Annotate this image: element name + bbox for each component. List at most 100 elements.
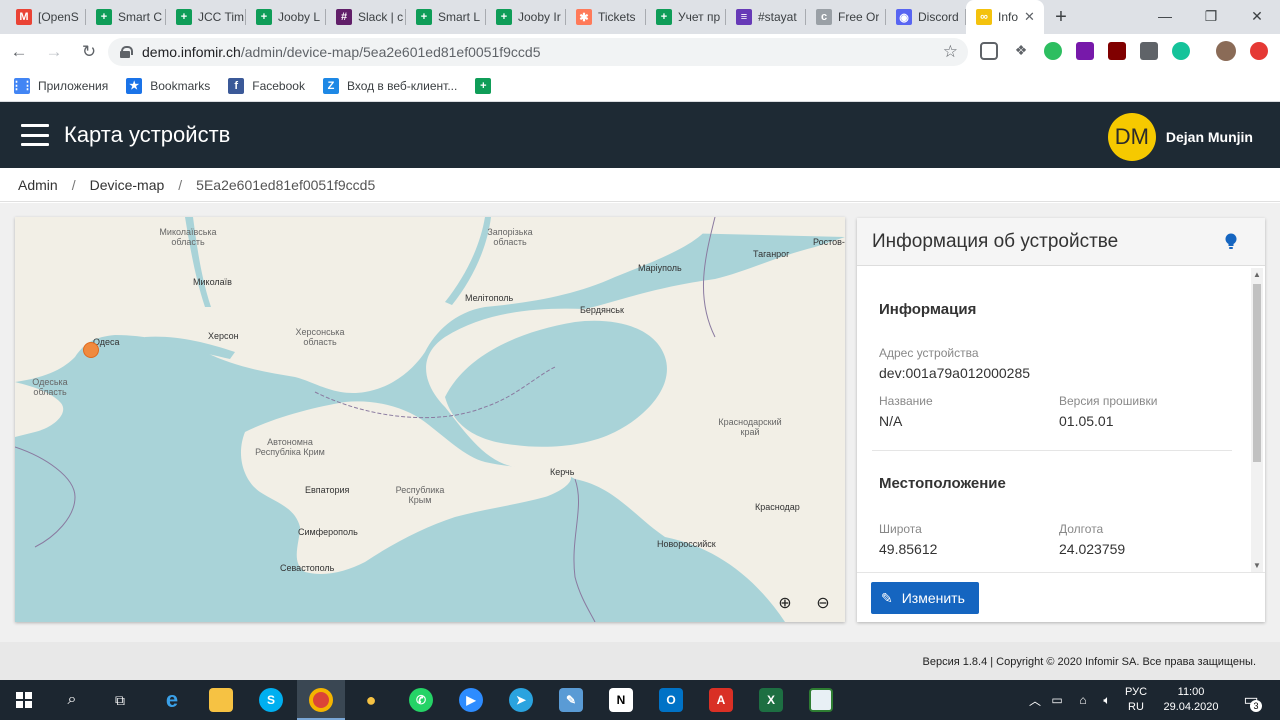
ublock-icon[interactable] — [1108, 42, 1126, 60]
minimize-button[interactable]: — — [1142, 0, 1188, 32]
tab-item[interactable]: # Slack | c — [326, 0, 406, 34]
tray-overflow-icon[interactable]: ︿ — [1024, 680, 1046, 720]
taskbar-whatsapp[interactable]: ✆ — [397, 680, 445, 720]
scroll-thumb[interactable] — [1253, 284, 1261, 462]
close-window-button[interactable]: ✕ — [1234, 0, 1280, 32]
bookmark-item[interactable]: f Facebook — [228, 77, 305, 94]
taskbar-telegram[interactable]: ➤ — [497, 680, 545, 720]
evernote-icon[interactable] — [1044, 42, 1062, 60]
clock-time: 11:00 — [1177, 686, 1205, 698]
tab-item[interactable]: + Smart L — [406, 0, 486, 34]
start-button[interactable] — [0, 680, 48, 720]
folder-icon — [209, 688, 233, 712]
edit-button[interactable]: ✎ Изменить — [871, 582, 979, 614]
panel-scrollbar[interactable]: ▲ ▼ — [1251, 268, 1263, 572]
skype-icon: S — [259, 688, 283, 712]
lightbulb-icon[interactable] — [1225, 233, 1237, 250]
tab-item[interactable]: ◉ Discord — [886, 0, 966, 34]
profile-avatar[interactable] — [1216, 41, 1236, 61]
user-name[interactable]: Dejan Munjin — [1166, 129, 1253, 145]
taskbar-explorer[interactable] — [197, 680, 245, 720]
divider — [872, 450, 1232, 451]
tab-item[interactable]: + Jooby Ir — [486, 0, 566, 34]
clock[interactable]: 11:00 29.04.2020 — [1158, 680, 1224, 720]
address-bar[interactable]: demo.infomir.ch/admin/device-map/5ea2e60… — [108, 38, 968, 66]
tab-item[interactable]: ✱ Tickets — [566, 0, 646, 34]
bookmark-item[interactable]: Z Вход в веб-клиент... — [322, 77, 457, 94]
user-menu[interactable]: DM Dejan Munjin — [1107, 113, 1253, 161]
firmware-label: Версия прошивки — [1059, 394, 1158, 408]
taskbar-chrome[interactable] — [297, 680, 345, 720]
forward-button[interactable]: → — [38, 36, 70, 68]
bookmark-item[interactable]: ★ Bookmarks — [126, 77, 211, 94]
language-indicator[interactable]: РУС RU — [1120, 680, 1152, 720]
tab-item[interactable]: M [OpenS — [6, 0, 86, 34]
tab-title: Smart L — [438, 10, 481, 24]
tab-title: Jooby Ir — [518, 10, 561, 24]
taskbar-tips[interactable]: ● — [347, 680, 395, 720]
device-marker[interactable] — [83, 342, 99, 358]
taskbar-app[interactable] — [797, 680, 845, 720]
page-icon: c — [816, 9, 832, 25]
notifications-button[interactable]: ▭ 3 — [1234, 680, 1268, 720]
tab-item[interactable]: + Учет пр — [646, 0, 726, 34]
extension-icon[interactable] — [1140, 42, 1158, 60]
taskbar-zoom[interactable]: ▶ — [447, 680, 495, 720]
taskbar-skype[interactable]: S — [247, 680, 295, 720]
reload-button[interactable]: ↻ — [73, 36, 105, 68]
close-tab-icon[interactable]: ✕ — [1024, 9, 1035, 25]
gmail-icon: M — [16, 9, 32, 25]
bookmark-item[interactable]: + — [475, 77, 499, 94]
network-icon[interactable]: ⌂ — [1072, 680, 1094, 720]
battery-icon[interactable]: ▭ — [1046, 680, 1068, 720]
onenote-icon[interactable] — [1076, 42, 1094, 60]
avatar[interactable]: DM — [1107, 113, 1156, 161]
tab-item[interactable]: ≡ #stayat — [726, 0, 806, 34]
longitude-value: 24.023759 — [1059, 541, 1126, 557]
taskbar-paint[interactable]: ✎ — [547, 680, 595, 720]
task-view-button[interactable]: ⧉ — [96, 680, 144, 720]
bookmark-star-icon[interactable]: ☆ — [943, 42, 958, 62]
bookmark-item[interactable]: ⋮⋮ Приложения — [11, 77, 108, 94]
breadcrumb-device-map[interactable]: Device-map — [90, 177, 165, 193]
notion-icon: N — [609, 688, 633, 712]
latitude-label: Широта — [879, 522, 922, 536]
back-button[interactable]: ← — [3, 36, 35, 68]
sheets-icon: + — [256, 9, 272, 25]
map-border — [573, 478, 596, 622]
internet-explorer-icon: e — [165, 687, 179, 712]
scroll-down-icon[interactable]: ▼ — [1253, 561, 1261, 570]
bookmark-label: Bookmarks — [150, 78, 211, 93]
zoom-out-button[interactable]: ⊖ — [813, 593, 833, 613]
tab-active[interactable]: ∞ Info ✕ — [966, 0, 1044, 34]
tab-item[interactable]: + JCC Tim — [166, 0, 246, 34]
device-map[interactable]: Миколаївська область Запорізька область Ми… — [15, 217, 845, 622]
taskbar-acrobat[interactable]: A — [697, 680, 745, 720]
tab-item[interactable]: + Smart C — [86, 0, 166, 34]
main-content: Миколаївська область Запорізька область Ми… — [0, 203, 1280, 642]
sheets-icon: + — [96, 9, 112, 25]
menu-icon[interactable] — [21, 124, 49, 146]
taskbar-excel[interactable]: X — [747, 680, 795, 720]
taskbar-notion[interactable]: N — [597, 680, 645, 720]
tab-item[interactable]: + Jooby L — [246, 0, 326, 34]
sheets-icon: + — [416, 9, 432, 25]
tab-item[interactable]: c Free Or — [806, 0, 886, 34]
dropbox-icon[interactable]: ❖ — [1012, 42, 1030, 60]
zoom-in-button[interactable]: ⊕ — [775, 593, 795, 613]
latitude-value: 49.85612 — [879, 541, 938, 557]
map-label: Севастополь — [280, 563, 335, 573]
grammarly-icon[interactable] — [1172, 42, 1190, 60]
scroll-up-icon[interactable]: ▲ — [1253, 270, 1261, 279]
breadcrumb-admin[interactable]: Admin — [18, 177, 58, 193]
new-tab-button[interactable]: + — [1044, 0, 1078, 34]
search-button[interactable]: ⌕ — [48, 680, 96, 720]
taskbar-outlook[interactable]: O — [647, 680, 695, 720]
pocket-icon[interactable] — [980, 42, 998, 60]
volume-icon[interactable]: 🔈︎ — [1096, 680, 1118, 720]
whatsapp-icon: ✆ — [409, 688, 433, 712]
extension-red-icon[interactable] — [1250, 42, 1268, 60]
taskbar-ie[interactable]: e — [148, 680, 196, 720]
restore-button[interactable]: ❐ — [1188, 0, 1234, 32]
bookmark-label: Facebook — [252, 78, 305, 93]
